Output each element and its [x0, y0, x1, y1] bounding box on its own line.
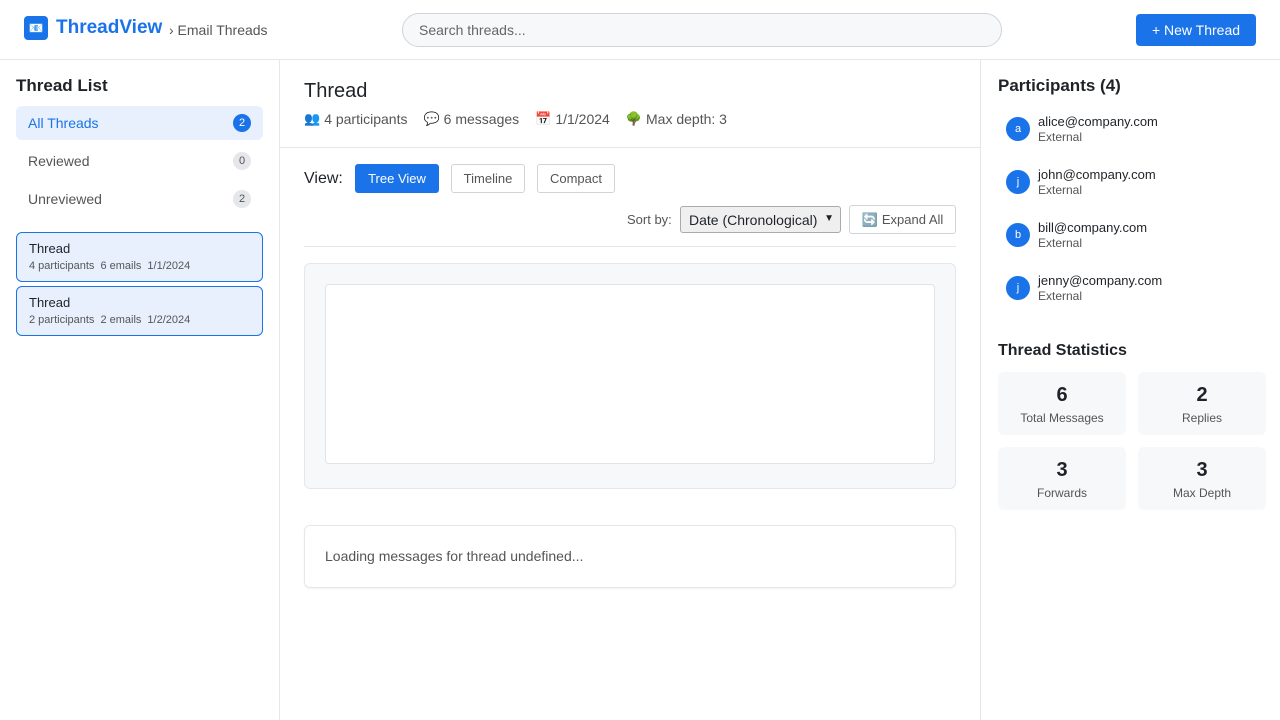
thread-date: 1/2/2024	[147, 314, 191, 326]
stat-total-messages: 6 Total Messages	[998, 372, 1126, 435]
meta-messages: 💬 6 messages	[423, 111, 519, 127]
stat-value: 6	[1056, 384, 1068, 406]
stat-label: Max Depth	[1172, 486, 1232, 500]
stat-max-depth: 3 Max Depth	[1138, 447, 1266, 510]
details-sidebar: Participants (4) a alice@company.com Ext…	[980, 60, 1280, 720]
thread-date: 1/1/2024	[147, 260, 191, 272]
participant-role: External	[1038, 289, 1083, 303]
sort-label: Sort by:	[627, 212, 672, 227]
messages-panel: Loading messages for thread undefined...	[304, 525, 956, 588]
sort-value: Date (Chronological)	[689, 211, 818, 228]
participant-item[interactable]: a alice@company.com External	[1006, 111, 1266, 147]
participant-email: jenny@company.com	[1038, 273, 1163, 288]
compact-view-button[interactable]: Compact	[537, 164, 615, 193]
divider	[304, 246, 956, 247]
meta-participants: 👥 4 participants	[304, 111, 407, 127]
stat-value: 2	[1196, 384, 1208, 406]
filter-label: Unreviewed	[28, 191, 102, 207]
thread-participants: 4 participants	[29, 260, 95, 272]
filter-reviewed[interactable]: Reviewed 0	[16, 144, 263, 178]
thread-title: Thread	[29, 295, 71, 310]
participant-email: john@company.com	[1038, 167, 1156, 182]
participant-role: External	[1038, 236, 1083, 250]
avatar: j	[1006, 170, 1030, 194]
participant-item[interactable]: j jenny@company.com External	[1006, 270, 1266, 306]
thread-tree-panel	[304, 263, 956, 489]
filter-label: Reviewed	[28, 153, 90, 169]
view-label: View:	[304, 170, 343, 187]
meta-date: 📅 1/1/2024	[535, 111, 610, 127]
filter-count-badge: 2	[233, 114, 251, 132]
thread-title: Thread	[29, 241, 71, 256]
sort-select[interactable]: Date (Chronological) ▼	[680, 206, 841, 233]
chevron-down-icon: ▼	[824, 213, 834, 224]
filter-label: All Threads	[28, 115, 99, 131]
filter-count-badge: 0	[233, 152, 251, 170]
thread-list-item[interactable]: Thread 2 participants 2 emails 1/2/2024	[16, 286, 263, 336]
tree-icon: 🌳	[625, 111, 643, 126]
thread-meta: 4 participants 6 emails 1/1/2024	[29, 260, 250, 272]
timeline-view-button[interactable]: Timeline	[451, 164, 525, 193]
stat-label: Total Messages	[1020, 411, 1104, 425]
app-logo[interactable]: 📧 ThreadView	[24, 16, 162, 40]
envelope-icon: 📧	[24, 16, 48, 40]
divider	[280, 147, 980, 148]
breadcrumb: › Email Threads	[169, 22, 268, 38]
meta-depth: 🌳 Max depth: 3	[626, 111, 727, 127]
participant-email: alice@company.com	[1038, 114, 1158, 129]
loading-message: Loading messages for thread undefined...	[325, 548, 584, 564]
people-icon: 👥	[304, 111, 321, 126]
meta-depth-text: Max depth: 3	[646, 111, 727, 127]
avatar: a	[1006, 117, 1030, 141]
stats-title: Thread Statistics	[998, 342, 1127, 359]
thread-tree-canvas[interactable]	[325, 284, 935, 464]
stat-value: 3	[1196, 459, 1208, 481]
thread-list-sidebar: Thread List All Threads 2 Reviewed 0 Unr…	[0, 60, 280, 720]
calendar-icon: 📅	[535, 111, 552, 126]
sidebar-title: Thread List	[16, 76, 108, 95]
meta-participants-text: 4 participants	[324, 111, 408, 127]
stat-value: 3	[1056, 459, 1068, 481]
thread-emails: 2 emails	[100, 314, 142, 326]
search-input[interactable]	[402, 13, 1002, 47]
stat-replies: 2 Replies	[1138, 372, 1266, 435]
participant-item[interactable]: b bill@company.com External	[1006, 217, 1266, 253]
page-title: Thread	[304, 80, 368, 102]
stat-label: Forwards	[1036, 486, 1087, 500]
stat-forwards: 3 Forwards	[998, 447, 1126, 510]
speech-bubble-icon: 💬	[423, 111, 440, 126]
meta-messages-text: 6 messages	[443, 111, 520, 127]
thread-meta-row: 👥 4 participants 💬 6 messages 📅 1/1/2024…	[304, 111, 743, 127]
filter-all-threads[interactable]: All Threads 2	[16, 106, 263, 140]
thread-participants: 2 participants	[29, 314, 95, 326]
refresh-icon: 🔄	[861, 211, 878, 227]
participant-role: External	[1038, 183, 1083, 197]
participant-item[interactable]: j john@company.com External	[1006, 164, 1266, 200]
app-header: 📧 ThreadView › Email Threads + New Threa…	[0, 0, 1280, 60]
participant-role: External	[1038, 130, 1083, 144]
tree-view-button[interactable]: Tree View	[355, 164, 439, 193]
expand-all-button[interactable]: 🔄 Expand All	[849, 205, 956, 234]
thread-emails: 6 emails	[100, 260, 142, 272]
thread-main: Thread 👥 4 participants 💬 6 messages 📅 1…	[280, 60, 980, 720]
app-name: ThreadView	[56, 17, 163, 38]
thread-meta: 2 participants 2 emails 1/2/2024	[29, 314, 250, 326]
participants-title: Participants (4)	[998, 76, 1121, 95]
participant-email: bill@company.com	[1038, 220, 1148, 235]
avatar: j	[1006, 276, 1030, 300]
avatar: b	[1006, 223, 1030, 247]
thread-list-item[interactable]: Thread 4 participants 6 emails 1/1/2024	[16, 232, 263, 282]
filter-unreviewed[interactable]: Unreviewed 2	[16, 182, 263, 216]
expand-all-label: Expand All	[881, 212, 944, 227]
new-thread-button[interactable]: + New Thread	[1136, 14, 1256, 46]
stat-label: Replies	[1181, 411, 1223, 425]
meta-date-text: 1/1/2024	[555, 111, 610, 127]
filter-count-badge: 2	[233, 190, 251, 208]
